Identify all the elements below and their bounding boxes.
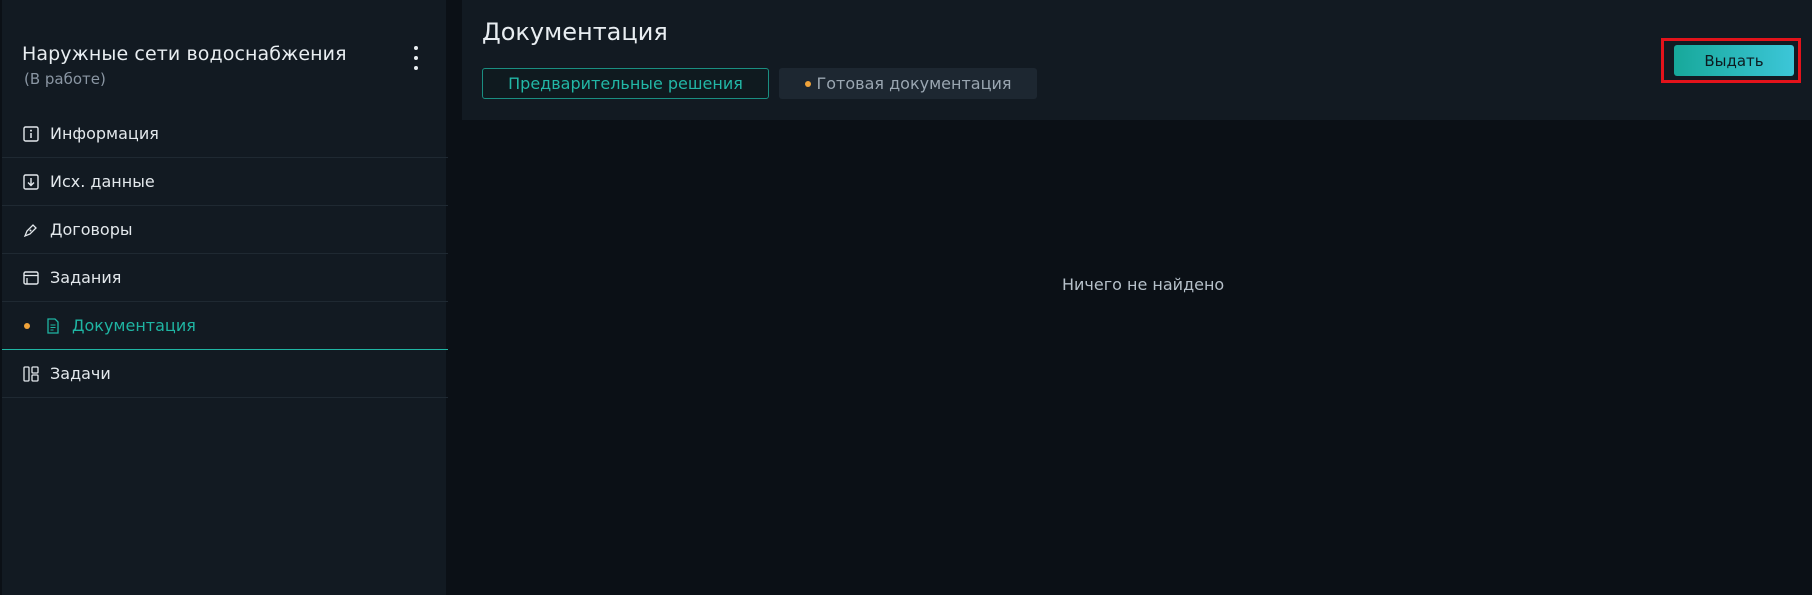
- issue-button[interactable]: Выдать: [1674, 45, 1794, 76]
- tab-label: Готовая документация: [816, 74, 1012, 93]
- tab-indicator-dot: [804, 80, 811, 87]
- window-icon: [22, 269, 40, 287]
- sidebar-item-tasks[interactable]: Задачи: [2, 350, 448, 398]
- sidebar-nav: Информация Исх. данные Договоры Задания …: [2, 110, 448, 398]
- active-indicator-dot: [24, 322, 30, 329]
- sidebar-item-label: Информация: [50, 124, 159, 143]
- project-status: (В работе): [24, 70, 106, 88]
- kebab-menu-icon[interactable]: [406, 46, 426, 70]
- sidebar-item-contracts[interactable]: Договоры: [2, 206, 448, 254]
- kanban-icon: [22, 365, 40, 383]
- empty-state-message: Ничего не найдено: [1062, 275, 1225, 294]
- sidebar-item-label: Документация: [72, 316, 196, 335]
- document-icon: [44, 317, 62, 335]
- project-title: Наружные сети водоснабжения: [22, 43, 347, 65]
- sidebar-item-label: Задачи: [50, 364, 111, 383]
- sidebar-item-label: Задания: [50, 268, 122, 287]
- pen-icon: [22, 221, 40, 239]
- page-title: Документация: [482, 18, 668, 46]
- sidebar-item-info[interactable]: Информация: [2, 110, 448, 158]
- tab-label: Предварительные решения: [508, 74, 743, 93]
- sidebar-item-tasks-assignments[interactable]: Задания: [2, 254, 448, 302]
- sidebar-item-label: Исх. данные: [50, 172, 155, 191]
- download-box-icon: [22, 173, 40, 191]
- app-root: Наружные сети водоснабжения (В работе) И…: [0, 0, 1812, 595]
- sidebar: Наружные сети водоснабжения (В работе) И…: [0, 0, 448, 595]
- sidebar-item-source-data[interactable]: Исх. данные: [2, 158, 448, 206]
- info-icon: [22, 125, 40, 143]
- sidebar-item-documentation[interactable]: Документация: [2, 302, 448, 350]
- sidebar-item-label: Договоры: [50, 220, 133, 239]
- tab-preliminary-decisions[interactable]: Предварительные решения: [482, 68, 769, 99]
- tab-ready-documentation[interactable]: Готовая документация: [779, 68, 1037, 99]
- documentation-header: Документация Предварительные решения Гот…: [462, 0, 1812, 120]
